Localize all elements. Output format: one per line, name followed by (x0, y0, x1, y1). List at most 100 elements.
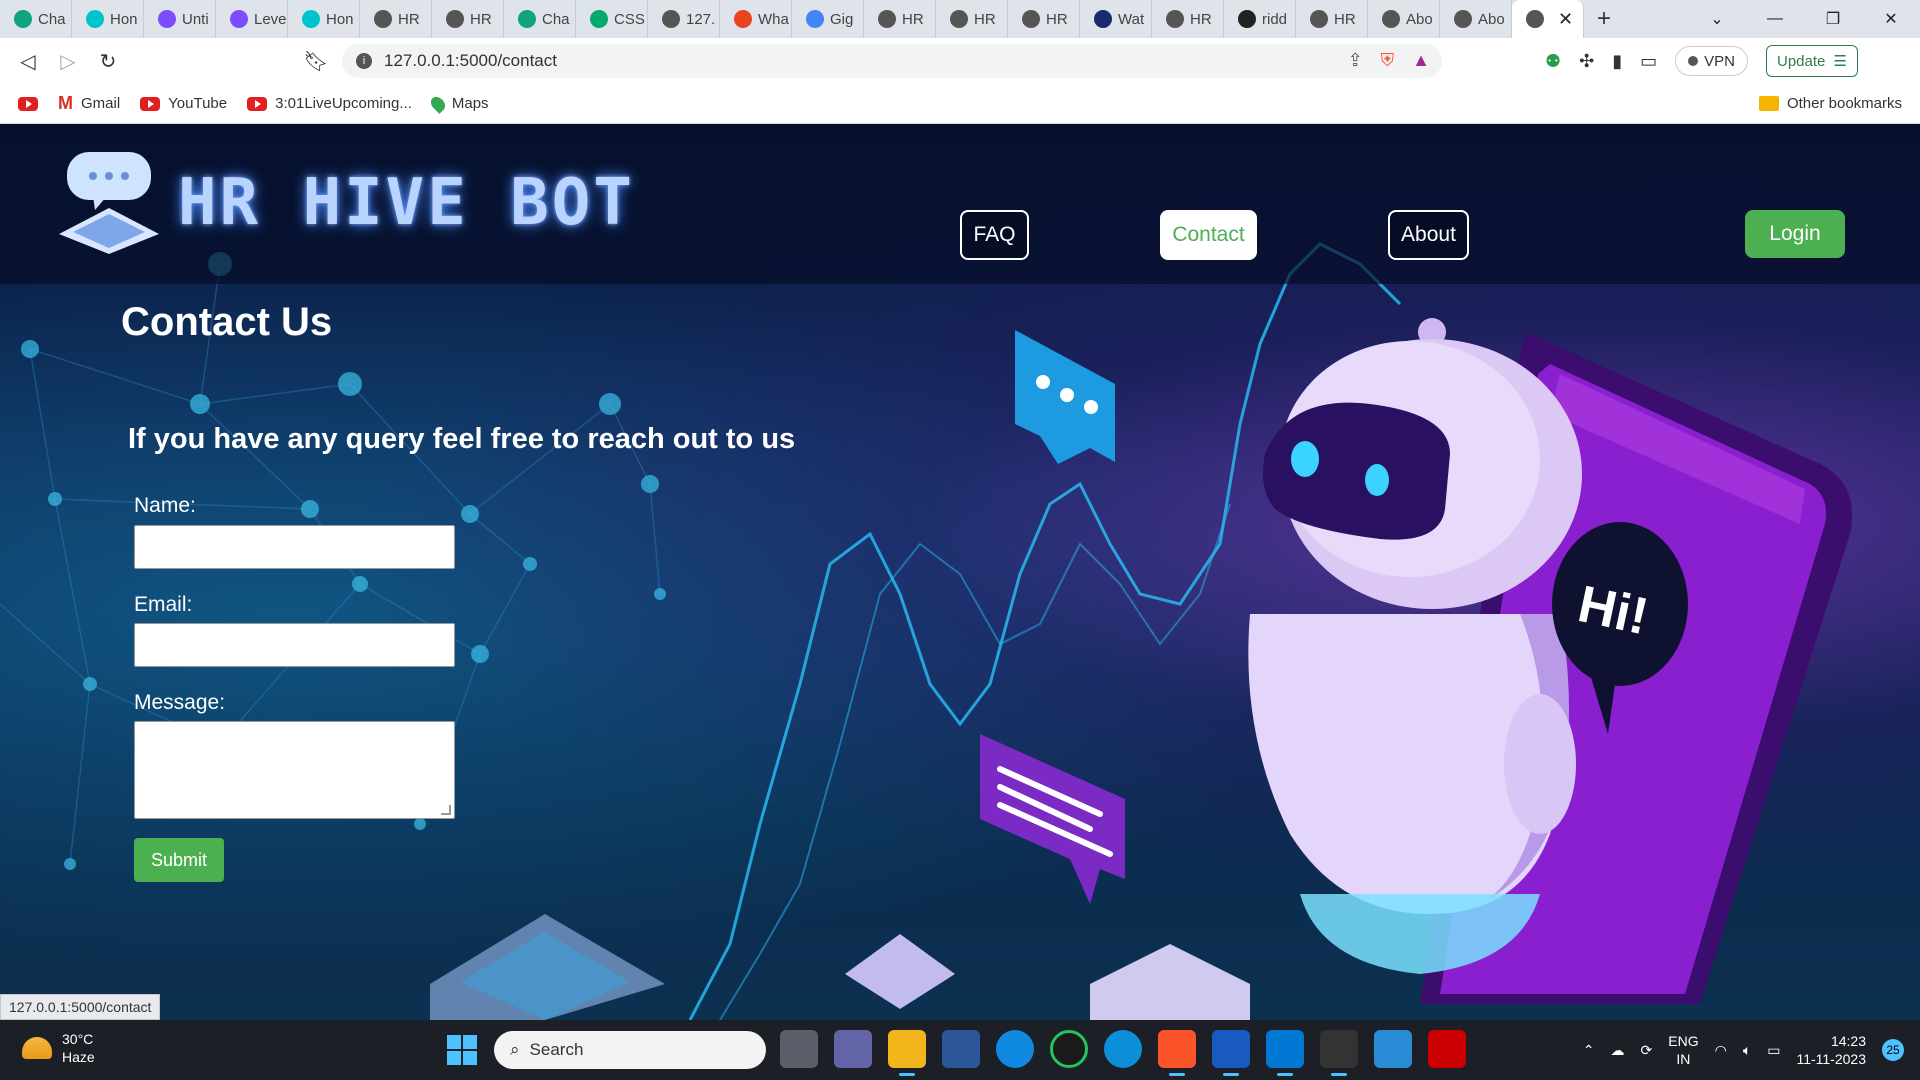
update-button[interactable]: Update ☰ (1766, 45, 1858, 77)
eh-icon (1094, 10, 1112, 28)
clock[interactable]: 14:23 11-11-2023 (1796, 1032, 1866, 1068)
browser-tab[interactable]: HR (1152, 0, 1224, 38)
cloud-icon[interactable]: ☁ (1611, 1042, 1625, 1059)
active-browser-tab[interactable]: ✕ (1512, 0, 1584, 38)
email-input[interactable] (134, 623, 455, 667)
word-icon[interactable] (1212, 1030, 1250, 1076)
brave-shield-icon[interactable]: ⛨ (1381, 50, 1395, 71)
submit-button[interactable]: Submit (134, 838, 224, 882)
wifi-icon[interactable]: ◠ (1715, 1042, 1727, 1059)
help-icon[interactable] (996, 1030, 1034, 1068)
lang-bottom: IN (1676, 1051, 1691, 1067)
browser-tab[interactable]: Abo (1368, 0, 1440, 38)
browser-tab[interactable]: Cha (0, 0, 72, 38)
close-window-icon[interactable]: ✕ (1862, 0, 1920, 38)
extension-icon[interactable]: ⚉ (1545, 51, 1561, 72)
globe-icon (950, 10, 968, 28)
volume-icon[interactable]: 🔈︎ (1743, 1042, 1751, 1059)
browser-tab[interactable]: Hon (288, 0, 360, 38)
browser-tab[interactable]: Leve (216, 0, 288, 38)
address-bar[interactable]: i 127.0.0.1:5000/contact ⇪ ⛨ ▲ (342, 44, 1442, 78)
tab-label: HR (470, 10, 492, 28)
taskbar-pinned-apps (780, 1030, 1466, 1076)
site-info-icon[interactable]: i (356, 53, 372, 69)
language-indicator[interactable]: ENG IN (1668, 1032, 1698, 1068)
bookmark-label: Maps (451, 95, 489, 112)
store-icon[interactable] (942, 1030, 980, 1068)
share-icon[interactable]: ⇪ (1348, 50, 1363, 71)
logo-chat-icon[interactable] (55, 150, 165, 255)
brand-logo-text[interactable]: HR HIVE BOT (178, 166, 635, 240)
vpn-button[interactable]: VPN (1675, 46, 1748, 76)
bookmark-youtube-shortcut[interactable] (18, 96, 38, 111)
notification-badge[interactable]: 25 (1882, 1039, 1904, 1061)
browser-tab[interactable]: HR (432, 0, 504, 38)
terminal-icon[interactable] (1320, 1030, 1358, 1076)
bookmark-youtube[interactable]: YouTube (140, 95, 227, 112)
browser-tab[interactable]: 127. (648, 0, 720, 38)
other-bookmarks[interactable]: Other bookmarks (1758, 95, 1902, 112)
browser-tab[interactable]: Unti (144, 0, 216, 38)
reload-icon[interactable]: ↻ (88, 41, 128, 81)
tab-label: Cha (542, 10, 570, 28)
new-tab-button[interactable]: + (1584, 0, 1624, 38)
tab-label: Wha (758, 10, 789, 28)
browser-tab[interactable]: HR (864, 0, 936, 38)
browser-tab[interactable]: CSS (576, 0, 648, 38)
browser-tab[interactable]: HR (936, 0, 1008, 38)
vscode-icon[interactable] (1266, 1030, 1304, 1076)
maximize-icon[interactable]: ❐ (1804, 0, 1862, 38)
nav-about-button[interactable]: About (1388, 210, 1469, 260)
windows-start-icon[interactable] (447, 1035, 477, 1065)
resize-handle-icon[interactable] (441, 805, 451, 815)
task-view-icon[interactable] (780, 1030, 818, 1068)
bookmark-icon[interactable]: 🔖︎ (296, 41, 336, 81)
globe-icon (446, 10, 464, 28)
puzzle-icon[interactable]: ✣ (1579, 51, 1594, 72)
name-input[interactable] (134, 525, 455, 569)
nav-faq-button[interactable]: FAQ (960, 210, 1029, 260)
browser-tab[interactable]: ridd (1224, 0, 1296, 38)
sync-icon[interactable]: ⟳ (1641, 1042, 1653, 1059)
spinner-app-icon[interactable] (1050, 1030, 1088, 1068)
browser-tab[interactable]: Gig (792, 0, 864, 38)
tab-label: HR (1334, 10, 1356, 28)
tab-search-icon[interactable]: ⌄ (1688, 0, 1746, 38)
bookmark-label: YouTube (168, 95, 228, 112)
brave-icon[interactable] (1158, 1030, 1196, 1076)
tab-label: HR (902, 10, 924, 28)
browser-tab[interactable]: HR (360, 0, 432, 38)
minimize-icon[interactable]: — (1746, 0, 1804, 38)
close-tab-icon[interactable]: ✕ (1558, 9, 1573, 30)
edge-icon[interactable] (1104, 1030, 1142, 1068)
browser-tab[interactable]: Wha (720, 0, 792, 38)
file-explorer-icon[interactable] (888, 1030, 926, 1076)
message-textarea[interactable] (134, 721, 455, 819)
sidebar-icon[interactable]: ▮ (1612, 51, 1622, 72)
other-bookmarks-label: Other bookmarks (1786, 95, 1902, 112)
browser-tab[interactable]: HR (1008, 0, 1080, 38)
browser-tab[interactable]: Wat (1080, 0, 1152, 38)
browser-tab[interactable]: Cha (504, 0, 576, 38)
forward-icon[interactable]: ▷ (48, 41, 88, 81)
contact-subtitle: If you have any query feel free to reach… (128, 423, 796, 455)
browser-tab[interactable]: Abo (1440, 0, 1512, 38)
wallet-icon[interactable]: ▭ (1640, 51, 1657, 72)
login-button[interactable]: Login (1745, 210, 1845, 258)
teams-icon[interactable] (834, 1030, 872, 1068)
bookmark-gmail[interactable]: M Gmail (58, 93, 120, 114)
bookmark-maps[interactable]: Maps (427, 93, 489, 114)
photos-icon[interactable] (1374, 1030, 1412, 1068)
weather-widget[interactable]: 30°C Haze (22, 1030, 95, 1066)
search-placeholder: Search (529, 1040, 584, 1059)
mcafee-icon[interactable] (1428, 1030, 1466, 1068)
brave-rewards-icon[interactable]: ▲ (1412, 50, 1430, 71)
nav-contact-button[interactable]: Contact (1160, 210, 1257, 260)
back-icon[interactable]: ◁ (8, 41, 48, 81)
browser-tab[interactable]: HR (1296, 0, 1368, 38)
browser-tab[interactable]: Hon (72, 0, 144, 38)
taskbar-search[interactable]: ⌕ Search (494, 1031, 766, 1069)
battery-icon[interactable]: ▭ (1767, 1042, 1780, 1059)
chevron-up-icon[interactable]: ⌃ (1583, 1042, 1595, 1059)
bookmark-live-upcoming[interactable]: 3:01LiveUpcoming... (247, 95, 412, 112)
